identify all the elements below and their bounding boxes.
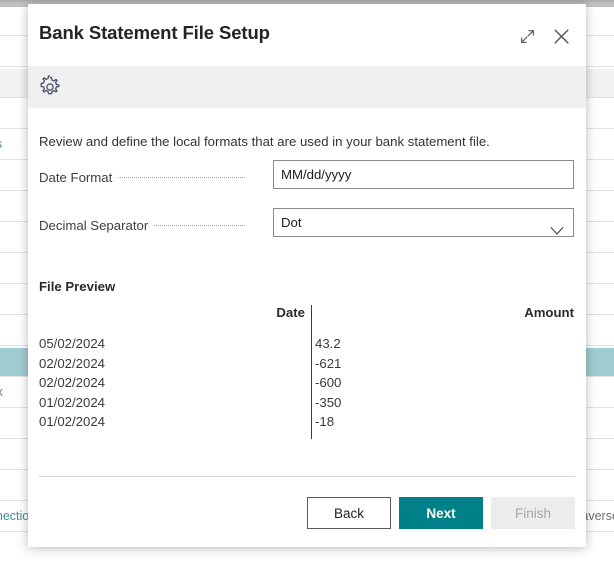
dialog-body: Review and define the local formats that…: [28, 134, 586, 441]
background-cell: ons: [0, 137, 2, 151]
date-format-label: Date Format: [39, 170, 118, 185]
cell-date: 01/02/2024: [39, 394, 106, 410]
close-icon[interactable]: [548, 23, 574, 49]
file-preview-table: Date Amount 05/02/2024 43.2 02/02/2024 -621…: [39, 305, 575, 441]
cell-date: 01/02/2024: [39, 414, 106, 429]
column-header-amount: Amount: [524, 305, 574, 320]
table-row: 01/02/2024 -350: [39, 395, 575, 414]
date-format-input[interactable]: [273, 160, 574, 189]
cell-amount: 43.2: [315, 336, 341, 351]
gear-icon: [38, 75, 62, 99]
chevron-down-icon: [550, 218, 564, 245]
cell-amount: -350: [315, 394, 342, 410]
table-row: 02/02/2024 -621: [39, 356, 575, 375]
table-row: 02/02/2024 -600: [39, 375, 575, 394]
finish-button: Finish: [491, 497, 575, 529]
intro-text: Review and define the local formats that…: [39, 134, 490, 149]
bank-statement-file-setup-dialog: Bank Statement File Setup Review and def…: [28, 4, 586, 547]
file-preview-heading: File Preview: [39, 279, 116, 294]
decimal-separator-value: Dot: [281, 215, 302, 230]
decimal-separator-label: Decimal Separator: [39, 218, 154, 233]
table-row: 01/02/2024 -18: [39, 414, 575, 433]
column-header-date: Date: [276, 305, 305, 320]
page-title: Bank Statement File Setup: [39, 22, 270, 43]
cell-amount: -18: [315, 414, 335, 429]
expand-diagonal-icon[interactable]: [514, 23, 540, 49]
back-button[interactable]: Back: [307, 497, 391, 529]
decimal-separator-select[interactable]: Dot: [273, 208, 574, 237]
field-row-date-format: Date Format: [39, 160, 575, 197]
next-button[interactable]: Next: [399, 497, 483, 529]
background-cell: r ex: [0, 385, 3, 399]
cell-amount: -621: [315, 355, 342, 371]
dialog-header: Bank Statement File Setup: [28, 4, 586, 66]
footer-divider: [39, 476, 575, 477]
cell-amount: -600: [315, 375, 342, 390]
cell-date: 02/02/2024: [39, 355, 106, 371]
cell-date: 05/02/2024: [39, 336, 106, 351]
cell-date: 02/02/2024: [39, 375, 106, 390]
table-row: 05/02/2024 43.2: [39, 336, 575, 355]
dialog-footer-buttons: Back Next Finish: [307, 497, 575, 529]
dialog-icon-band: [28, 66, 586, 108]
field-row-decimal-separator: Decimal Separator Dot: [39, 208, 575, 245]
